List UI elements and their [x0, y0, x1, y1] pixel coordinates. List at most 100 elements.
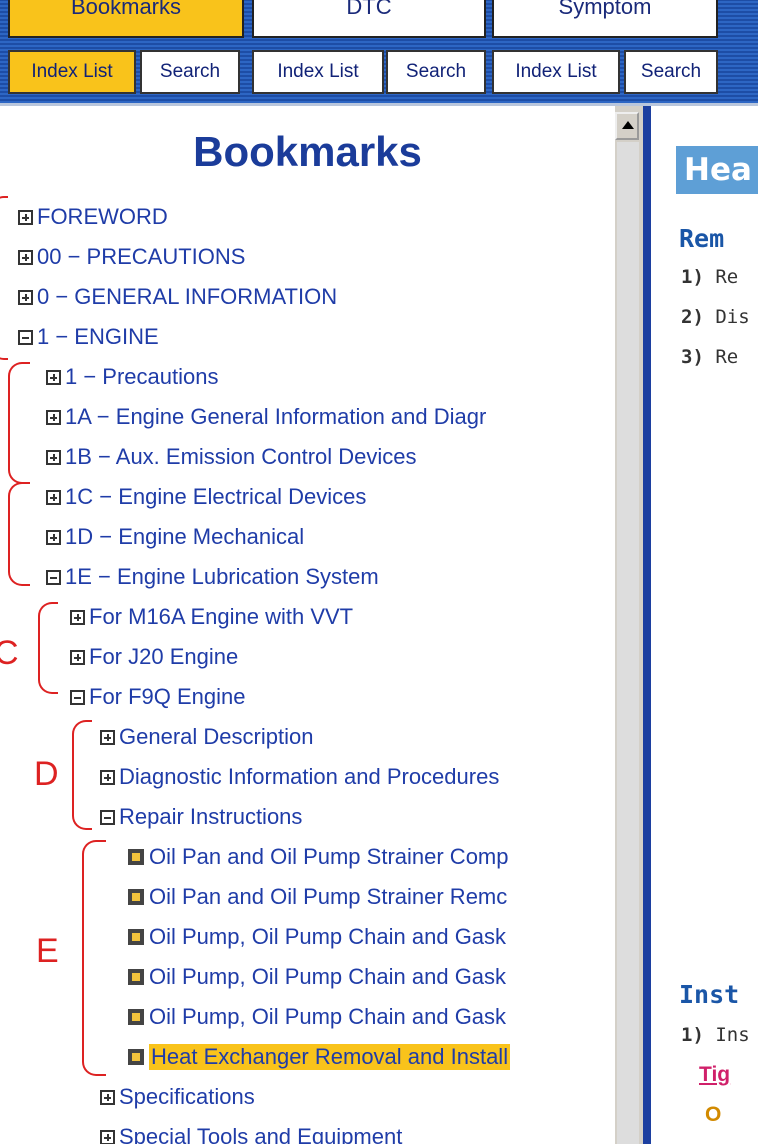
bookmark-label: 1 − ENGINE — [37, 324, 159, 349]
bookmark-item[interactable]: 1B − Aux. Emission Control Devices — [46, 440, 417, 474]
tightening-torque-link[interactable]: Tig — [699, 1063, 730, 1087]
bookmark-item[interactable]: 1A − Engine General Information and Diag… — [46, 400, 486, 434]
page-title: Bookmarks — [193, 128, 422, 175]
annotation-label-e: E — [36, 932, 59, 970]
expand-icon[interactable] — [46, 489, 61, 505]
bookmark-item[interactable]: Oil Pan and Oil Pump Strainer Comp — [128, 840, 509, 874]
document-icon[interactable] — [128, 1009, 144, 1025]
bookmark-label: General Description — [119, 724, 314, 749]
expand-icon[interactable] — [100, 769, 115, 785]
expand-icon[interactable] — [18, 209, 33, 225]
expand-icon[interactable] — [18, 289, 33, 305]
bookmark-item[interactable]: 1E − Engine Lubrication System — [46, 560, 379, 594]
removal-step-1: 1) Re — [681, 266, 739, 288]
bookmarks-pane: Bookmarks FOREWORD 00 − PRECAUTIONS 0 − GE… — [0, 106, 615, 1144]
expand-icon[interactable] — [46, 529, 61, 545]
expand-icon[interactable] — [46, 409, 61, 425]
symptom-index-list-button[interactable]: Index List — [492, 50, 620, 94]
bookmark-label: Repair Instructions — [119, 804, 303, 829]
collapse-icon[interactable] — [18, 329, 33, 345]
bookmark-item[interactable]: Special Tools and Equipment — [100, 1120, 402, 1144]
bookmark-item[interactable]: 0 − GENERAL INFORMATION — [18, 280, 337, 314]
annotation-bracket-b2 — [8, 482, 30, 586]
annotation-bracket-b1 — [8, 362, 30, 484]
annotation-bracket-c — [38, 602, 58, 694]
document-icon[interactable] — [128, 969, 144, 985]
expand-icon[interactable] — [70, 649, 85, 665]
bookmark-item[interactable]: 1 − ENGINE — [18, 320, 159, 354]
scroll-up-button[interactable] — [615, 112, 639, 140]
removal-subheading: Rem — [679, 224, 725, 253]
bookmark-label: 1 − Precautions — [65, 364, 219, 389]
bookmark-label: Oil Pump, Oil Pump Chain and Gask — [149, 1004, 507, 1029]
tab-dtc[interactable]: DTC — [252, 0, 486, 38]
bookmark-item[interactable]: Repair Instructions — [100, 800, 302, 834]
bookmark-label: FOREWORD — [37, 204, 168, 229]
document-icon[interactable] — [128, 1049, 144, 1065]
bookmark-label: Special Tools and Equipment — [119, 1124, 403, 1144]
bookmark-label: 0 − GENERAL INFORMATION — [37, 284, 338, 309]
document-icon[interactable] — [128, 889, 144, 905]
document-icon[interactable] — [128, 849, 144, 865]
bookmark-item[interactable]: Oil Pump, Oil Pump Chain and Gask — [128, 1000, 506, 1034]
symptom-search-button[interactable]: Search — [624, 50, 718, 94]
document-icon[interactable] — [128, 929, 144, 945]
bookmark-label: 1D − Engine Mechanical — [65, 524, 305, 549]
tab-dtc-label: DTC — [346, 0, 392, 19]
annotation-label-d: D — [34, 755, 59, 793]
dtc-index-list-button[interactable]: Index List — [252, 50, 384, 94]
dtc-search-button[interactable]: Search — [386, 50, 486, 94]
annotation-bracket-d — [72, 720, 92, 830]
bookmark-item[interactable]: For J20 Engine — [70, 640, 238, 674]
expand-icon[interactable] — [100, 1129, 115, 1144]
expand-icon[interactable] — [70, 609, 85, 625]
bookmarks-search-button[interactable]: Search — [140, 50, 240, 94]
bookmark-label: Oil Pan and Oil Pump Strainer Comp — [149, 844, 509, 869]
removal-step-3: 3) Re — [681, 346, 739, 368]
content-pane: Hea Rem 1) Re 2) Dis 3) Re Inst 1) Ins T… — [651, 106, 758, 1144]
expand-icon[interactable] — [100, 729, 115, 745]
collapse-icon[interactable] — [46, 569, 61, 585]
bookmark-item[interactable]: FOREWORD — [18, 200, 168, 234]
bookmark-label: Heat Exchanger Removal and Install — [149, 1044, 511, 1070]
tab-bookmarks-label: Bookmarks — [70, 0, 182, 19]
bookmark-label: Diagnostic Information and Procedures — [119, 764, 500, 789]
bookmark-item[interactable]: 1D − Engine Mechanical — [46, 520, 304, 554]
bookmark-item[interactable]: For M16A Engine with VVT — [70, 600, 353, 634]
tab-bookmarks[interactable]: Bookmarks — [8, 0, 244, 38]
pane-divider[interactable] — [643, 106, 651, 1144]
bookmark-label: For F9Q Engine — [89, 684, 246, 709]
bookmark-label: Specifications — [119, 1084, 255, 1109]
scroll-track[interactable] — [617, 142, 639, 1144]
bookmark-item[interactable]: 1C − Engine Electrical Devices — [46, 480, 366, 514]
bookmark-item[interactable]: Oil Pan and Oil Pump Strainer Remc — [128, 880, 507, 914]
annotation-bracket-a — [0, 196, 8, 360]
collapse-icon[interactable] — [70, 689, 85, 705]
bookmarks-index-list-button[interactable]: Index List — [8, 50, 136, 94]
bookmark-item[interactable]: Oil Pump, Oil Pump Chain and Gask — [128, 960, 506, 994]
bookmark-item[interactable]: 1 − Precautions — [46, 360, 218, 394]
expand-icon[interactable] — [100, 1089, 115, 1105]
tab-symptom-label: Symptom — [558, 0, 652, 19]
vertical-scrollbar[interactable] — [615, 106, 643, 1144]
bookmark-label: 1C − Engine Electrical Devices — [65, 484, 367, 509]
bookmark-label: 1B − Aux. Emission Control Devices — [65, 444, 417, 469]
bookmark-item[interactable]: General Description — [100, 720, 313, 754]
installation-step-1: 1) Ins — [681, 1024, 750, 1046]
bookmark-label: Oil Pump, Oil Pump Chain and Gask — [149, 964, 507, 989]
tab-symptom[interactable]: Symptom — [492, 0, 718, 38]
bookmark-label: Oil Pan and Oil Pump Strainer Remc — [149, 884, 508, 909]
bookmark-item[interactable]: For F9Q Engine — [70, 680, 246, 714]
bookmark-item[interactable]: Diagnostic Information and Procedures — [100, 760, 499, 794]
expand-icon[interactable] — [46, 449, 61, 465]
bookmark-label: For M16A Engine with VVT — [89, 604, 354, 629]
expand-icon[interactable] — [18, 249, 33, 265]
bookmark-item[interactable]: 00 − PRECAUTIONS — [18, 240, 245, 274]
bookmark-item[interactable]: Oil Pump, Oil Pump Chain and Gask — [128, 920, 506, 954]
bookmark-item[interactable]: Heat Exchanger Removal and Install — [128, 1040, 511, 1074]
bookmark-label: 1E − Engine Lubrication System — [65, 564, 379, 589]
collapse-icon[interactable] — [100, 809, 115, 825]
bookmark-item[interactable]: Specifications — [100, 1080, 255, 1114]
annotation-bracket-e — [82, 840, 106, 1076]
expand-icon[interactable] — [46, 369, 61, 385]
